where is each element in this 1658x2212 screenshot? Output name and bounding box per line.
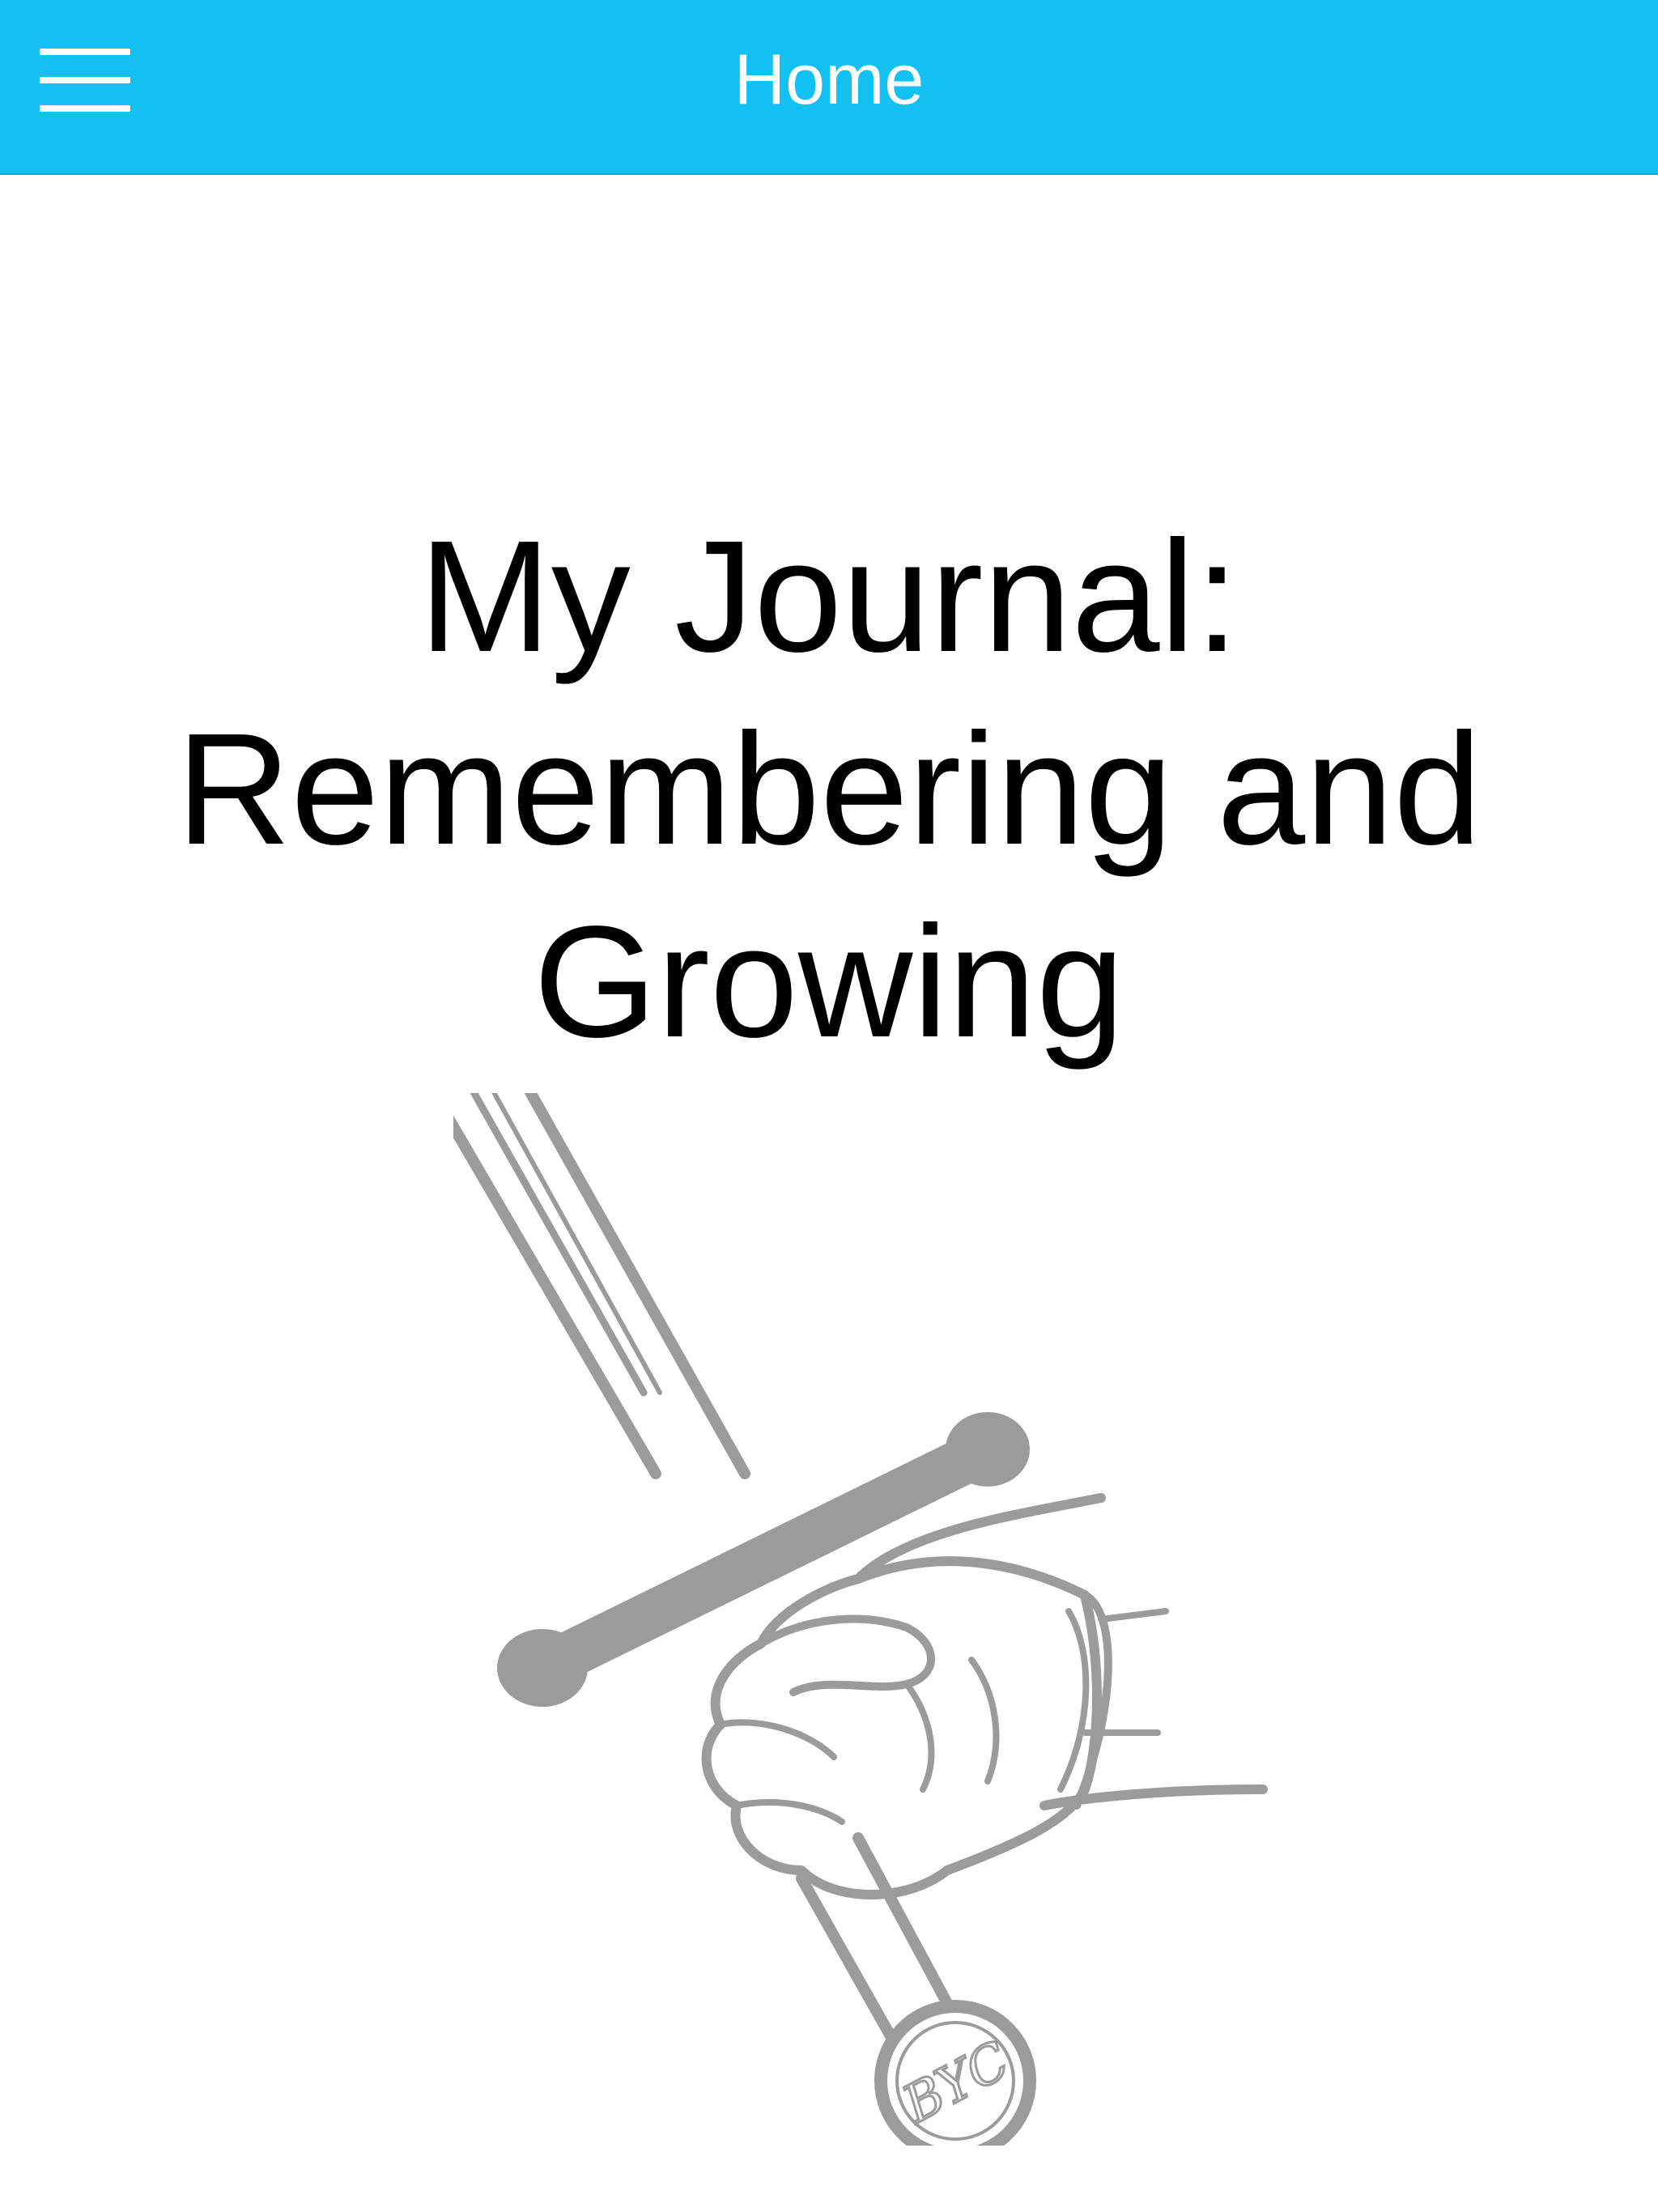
page-title: My Journal: Remembering and Growing bbox=[176, 508, 1482, 1070]
main-content: My Journal: Remembering and Growing BYC bbox=[0, 175, 1658, 2212]
navbar-title: Home bbox=[733, 39, 925, 119]
app-screen: Home My Journal: Remembering and Growing bbox=[0, 0, 1658, 2212]
menu-button[interactable] bbox=[32, 36, 138, 125]
navigation-bar: Home bbox=[0, 0, 1658, 175]
hand-holding-sword-icon: BYC bbox=[453, 1093, 1268, 2146]
hamburger-menu-icon bbox=[40, 49, 130, 112]
